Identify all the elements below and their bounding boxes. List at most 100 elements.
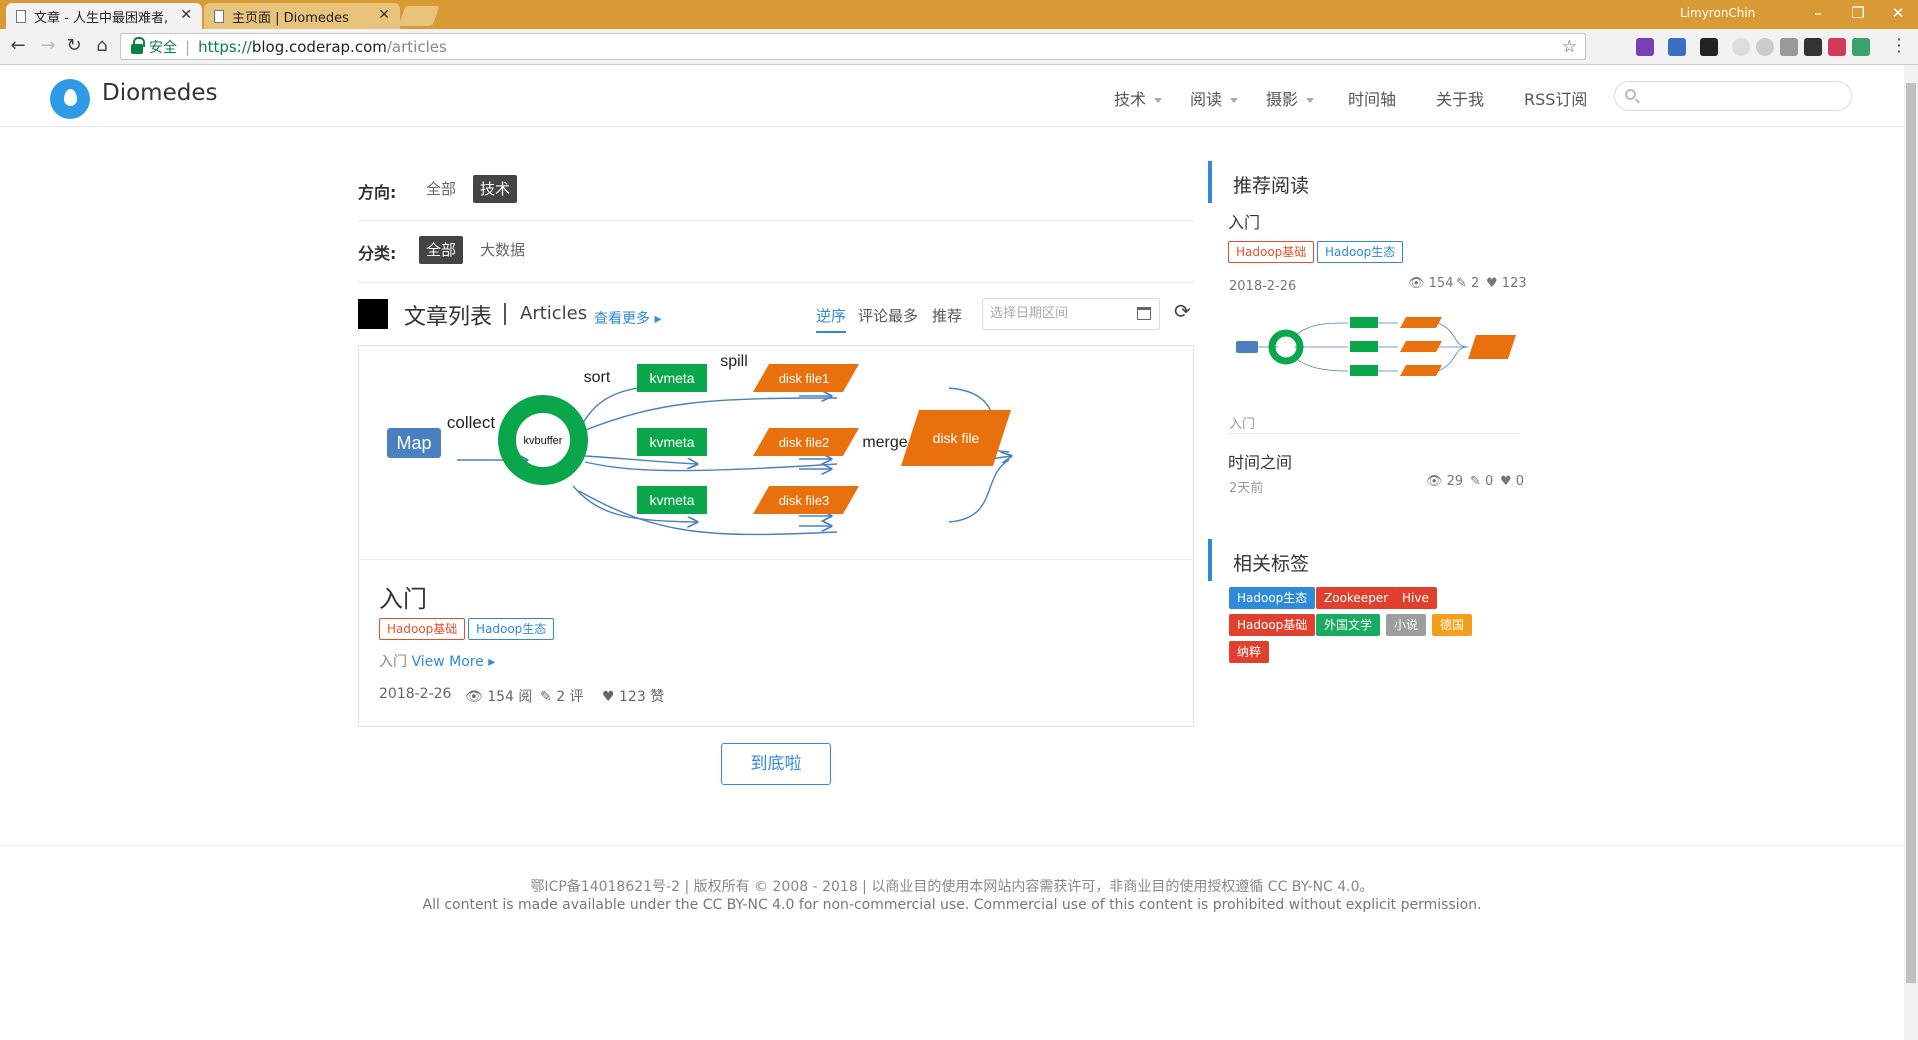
article-title[interactable]: 入门 xyxy=(379,579,427,614)
edit-icon: ✎ xyxy=(1470,474,1481,489)
likes-label: 123 xyxy=(1501,276,1527,291)
eye-icon: 👁︎ xyxy=(1408,276,1425,291)
close-icon[interactable]: ✕ xyxy=(378,7,390,23)
sort-option-most-comments[interactable]: 评论最多 xyxy=(858,305,918,326)
view-more-link[interactable]: View More ▸ xyxy=(411,654,495,670)
article-tag[interactable]: Hadoop基础 xyxy=(379,618,466,640)
nav-item-reading[interactable]: 阅读 xyxy=(1190,86,1239,110)
caret-right-icon: ▸ xyxy=(488,654,496,670)
refresh-icon[interactable]: ⟳ xyxy=(1174,299,1191,323)
footer-license-cn: 鄂ICP备14018621号-2 | 版权所有 © 2008 - 2018 | … xyxy=(530,879,1374,895)
close-window-icon[interactable]: ✕ xyxy=(1878,4,1918,22)
likes-label: 123 赞 xyxy=(619,689,665,705)
new-tab-button[interactable] xyxy=(398,6,440,26)
browser-tab-active[interactable]: 文章 - 人生中最困难者, ✕ xyxy=(6,3,202,29)
related-tag[interactable]: Zookeeper xyxy=(1316,587,1397,609)
extension-icon[interactable] xyxy=(1756,38,1774,56)
related-tag[interactable]: 小说 xyxy=(1386,614,1427,636)
site-brand[interactable]: Diomedes xyxy=(102,80,217,106)
sort-option-recommended[interactable]: 推荐 xyxy=(932,305,962,326)
date-range-placeholder: 选择日期区间 xyxy=(990,306,1069,321)
recommend-item-summary: 入门 xyxy=(1229,417,1256,432)
bookmark-star-icon[interactable]: ☆ xyxy=(1562,37,1577,57)
end-of-list-button[interactable]: 到底啦 xyxy=(721,743,831,785)
page: Diomedes 技术 阅读 摄影 时间轴 关于我 RSS订阅 方向: 全部 技… xyxy=(0,65,1904,1040)
restore-icon[interactable]: ❐ xyxy=(1838,4,1878,22)
page-scrollbar[interactable] xyxy=(1904,65,1918,1040)
view-more-link[interactable]: 查看更多 ▸ xyxy=(594,308,661,328)
view-more-label: View More xyxy=(411,654,484,670)
recommend-item-comments: ✎ 2 xyxy=(1456,276,1479,291)
forward-icon[interactable]: → xyxy=(36,35,60,56)
extension-icon[interactable] xyxy=(1780,38,1798,56)
related-tag[interactable]: 纳粹 xyxy=(1229,641,1270,663)
views-label: 154 xyxy=(1428,276,1454,291)
nav-item-timeline[interactable]: 时间轴 xyxy=(1348,86,1396,110)
eye-icon: 👁︎ xyxy=(1426,474,1443,489)
article-views: 👁︎ 154 阅 xyxy=(465,686,532,706)
site-logo-icon[interactable] xyxy=(50,79,90,119)
mapreduce-diagram-thumbnail xyxy=(1236,317,1516,376)
extension-icon[interactable] xyxy=(1732,38,1750,56)
recommend-item-title[interactable]: 入门 xyxy=(1228,209,1260,233)
scrollbar-thumb[interactable] xyxy=(1906,83,1916,983)
list-subtitle: Articles xyxy=(520,303,588,324)
date-range-input[interactable]: 选择日期区间 xyxy=(982,298,1160,330)
extension-icon[interactable] xyxy=(1700,38,1718,56)
article-cover-image[interactable]: Map collect kvbuffer sort spill kvmeta k… xyxy=(359,346,1193,560)
comments-label: 0 xyxy=(1485,474,1494,489)
recommend-item-tag[interactable]: Hadoop基础 xyxy=(1228,241,1315,263)
recommend-item-comments: ✎ 0 xyxy=(1470,474,1493,489)
nav-item-rss[interactable]: RSS订阅 xyxy=(1524,86,1587,110)
kvbuffer-label: kvbuffer xyxy=(524,435,563,447)
profile-name[interactable]: LimyronChin xyxy=(1680,6,1755,20)
summary-text: 入门 xyxy=(379,654,407,670)
related-tag[interactable]: 德国 xyxy=(1432,614,1473,636)
browser-menu-icon[interactable]: ⋮ xyxy=(1890,35,1908,56)
sort-option-reverse[interactable]: 逆序 xyxy=(816,305,847,333)
close-icon[interactable]: ✕ xyxy=(180,7,192,23)
direction-option-tech[interactable]: 技术 xyxy=(473,175,518,203)
recommend-item-tag[interactable]: Hadoop生态 xyxy=(1317,241,1404,263)
extension-icon[interactable] xyxy=(1828,38,1846,56)
nav-item-about[interactable]: 关于我 xyxy=(1436,86,1484,110)
translate-extension-icon[interactable] xyxy=(1668,38,1686,56)
related-tag[interactable]: Hive xyxy=(1394,587,1437,609)
nav-label: 摄影 xyxy=(1266,90,1299,109)
address-bar[interactable]: 安全 | https:// blog.coderap.com /articles… xyxy=(120,33,1586,60)
list-title: 文章列表 xyxy=(404,305,493,330)
related-tag[interactable]: Hadoop基础 xyxy=(1229,614,1316,636)
related-tag[interactable]: 外国文学 xyxy=(1316,614,1381,636)
related-tag[interactable]: Hadoop生态 xyxy=(1229,587,1316,609)
comments-label: 2 评 xyxy=(556,689,584,705)
article-tag[interactable]: Hadoop生态 xyxy=(468,618,555,640)
direction-option-all[interactable]: 全部 xyxy=(419,175,463,203)
article-summary: 入门 View More ▸ xyxy=(379,651,495,671)
tab-title: 主页面 | Diomedes xyxy=(232,10,349,26)
page-icon xyxy=(16,9,26,23)
reload-icon[interactable]: ↻ xyxy=(62,35,86,56)
page-icon xyxy=(214,9,224,23)
extension-icon[interactable] xyxy=(1804,38,1822,56)
nav-label: 阅读 xyxy=(1190,90,1223,109)
nav-item-photography[interactable]: 摄影 xyxy=(1266,86,1315,110)
direction-label: 方向: xyxy=(358,183,397,202)
browser-tab[interactable]: 主页面 | Diomedes ✕ xyxy=(204,3,400,29)
comments-label: 2 xyxy=(1471,276,1480,291)
recommend-item-cover-image[interactable] xyxy=(1228,301,1520,395)
article-date: 2018-2-26 xyxy=(379,686,452,702)
recommend-item-title[interactable]: 时间之间 xyxy=(1228,449,1292,473)
home-icon[interactable]: ⌂ xyxy=(90,35,114,56)
minimize-icon[interactable]: – xyxy=(1798,4,1838,22)
back-icon[interactable]: ← xyxy=(6,35,30,56)
onenote-extension-icon[interactable] xyxy=(1636,38,1654,56)
vue-devtools-icon[interactable] xyxy=(1852,38,1870,56)
category-option-all[interactable]: 全部 xyxy=(419,236,464,264)
article-card[interactable]: Map collect kvbuffer sort spill kvmeta k… xyxy=(358,345,1194,727)
category-option-bigdata[interactable]: 大数据 xyxy=(473,236,532,264)
map-label: Map xyxy=(396,433,431,453)
caret-right-icon: ▸ xyxy=(654,311,662,327)
caret-down-icon xyxy=(1230,98,1239,103)
site-search-input[interactable] xyxy=(1614,81,1852,111)
nav-item-tech[interactable]: 技术 xyxy=(1114,86,1163,110)
